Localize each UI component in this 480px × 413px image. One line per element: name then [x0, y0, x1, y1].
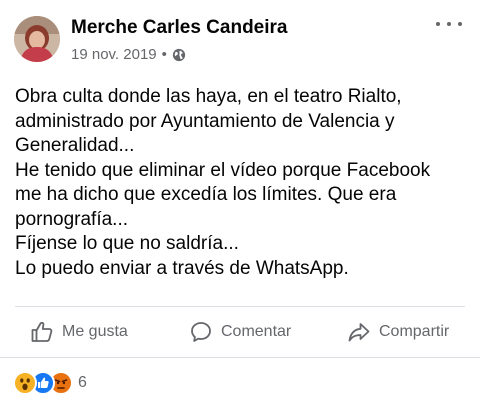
comment-button[interactable]: Comentar — [189, 310, 291, 354]
more-options-icon[interactable] — [436, 14, 462, 34]
post-text-line: pornografía... — [15, 208, 129, 230]
post-text: Obra culta donde las haya, en el teatro … — [15, 85, 475, 281]
post-text-line: me ha dicho que excedía los límites. Que… — [15, 184, 397, 205]
reactions-summary[interactable]: 6 — [13, 371, 87, 395]
post-text-line: Lo puedo enviar a través de WhatsApp. — [15, 257, 349, 279]
meta-separator: • — [161, 46, 167, 63]
post-date[interactable]: 19 nov. 2019 — [71, 46, 157, 63]
post-text-line: Fíjense lo que no saldría... — [15, 233, 239, 254]
comment-label: Comentar — [221, 323, 292, 340]
post-text-line: administrado por Ayuntamiento de Valenci… — [15, 110, 395, 132]
post-meta: 19 nov. 2019 • — [71, 46, 186, 63]
post-text-line: He tenido que eliminar el vídeo porque F… — [15, 159, 431, 181]
divider — [15, 306, 465, 307]
post-text-line: Obra culta donde las haya, en el teatro … — [15, 86, 402, 107]
action-bar: Me gusta Comentar Compartir — [0, 310, 480, 354]
post-text-line: Generalidad... — [15, 135, 135, 156]
share-button[interactable]: Compartir — [347, 310, 449, 354]
author-name[interactable]: Merche Carles Candeira — [71, 17, 288, 39]
thumbs-up-icon — [31, 321, 53, 342]
reaction-count: 6 — [78, 374, 87, 391]
like-label: Me gusta — [62, 323, 128, 340]
share-icon — [348, 323, 370, 342]
avatar-image — [14, 16, 60, 62]
like-button[interactable]: Me gusta — [30, 310, 128, 354]
author-avatar[interactable] — [14, 16, 60, 62]
share-label: Compartir — [379, 323, 450, 340]
globe-icon — [172, 48, 186, 62]
wow-icon — [13, 371, 37, 395]
post-card: Merche Carles Candeira 19 nov. 2019 • Ob… — [0, 0, 480, 413]
divider — [0, 357, 480, 358]
comment-icon — [191, 322, 211, 342]
